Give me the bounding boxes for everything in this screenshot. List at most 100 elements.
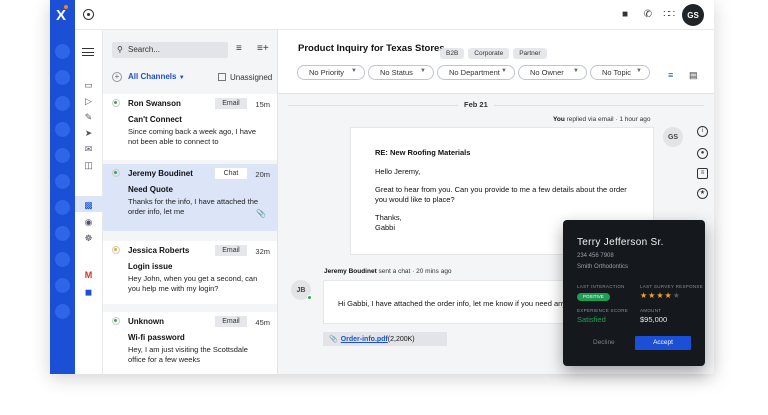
status-dropdown[interactable]: No Status ▼	[368, 65, 434, 80]
attachment-chip[interactable]: 📎 Order-info.pdf(2,200K)	[323, 332, 447, 346]
conversation-title: Product Inquiry for Texas Stores	[298, 43, 445, 54]
date-label: Feb 21	[458, 100, 494, 109]
filter-icon[interactable]: ≡	[236, 43, 242, 54]
filter-icon[interactable]: ≡	[668, 70, 673, 80]
priority-dropdown[interactable]: No Priority ▼	[297, 65, 365, 80]
chat-message: Hi Gabbi, I have attached the order info…	[323, 280, 573, 324]
app-icon[interactable]	[55, 96, 70, 111]
tag-list: B2B Corporate Partner	[440, 42, 551, 60]
time-ago: 20m	[255, 170, 270, 179]
channels-dropdown[interactable]: + All Channels ▼	[112, 72, 185, 82]
nav-rail: ▭ ▷ ✎ ➤ ✉ ◫ ▩ ◉ ☸ M ◼	[75, 30, 103, 374]
phone-icon[interactable]: ✆	[644, 9, 652, 20]
status-indicator	[112, 246, 120, 254]
app-icon[interactable]	[55, 278, 70, 293]
avatar-initials: GS	[667, 133, 679, 141]
contact-icon[interactable]: ◉	[83, 217, 94, 228]
app-icon[interactable]	[55, 148, 70, 163]
app-icon[interactable]	[55, 70, 70, 85]
accept-button[interactable]: Accept	[635, 336, 691, 350]
star-icon: ★	[640, 291, 649, 300]
conversation-item-selected[interactable]: Jeremy Boudinet Chat 20m Need Quote Than…	[103, 164, 277, 235]
app-icon[interactable]	[55, 252, 70, 267]
message-action: replied via email	[564, 116, 614, 123]
amount-label: AMOUNT	[640, 308, 662, 313]
unassigned-checkbox[interactable]: Unassigned	[218, 73, 272, 82]
apps-grid-icon[interactable]: ∷∷	[663, 9, 675, 20]
mail-icon[interactable]: ✉	[83, 144, 94, 155]
attachment-size: (2,200K)	[387, 336, 415, 343]
checkbox-box[interactable]	[218, 73, 226, 81]
layout-icon[interactable]: ▤	[689, 70, 698, 81]
chat-icon[interactable]: ■	[622, 9, 628, 20]
conversation-item[interactable]: Jessica Roberts Email 32m Login issue He…	[103, 241, 277, 308]
conversation-list: ⚲ Search... ≡ ≡+ + All Channels ▼ Unassign…	[103, 30, 278, 374]
message-time: 20 mins ago	[416, 268, 452, 275]
user-avatar[interactable]: GS	[682, 4, 704, 26]
search-placeholder: Search...	[128, 45, 161, 54]
tag-chip[interactable]: Partner	[513, 48, 547, 59]
channel-badge: Email	[215, 316, 247, 327]
conversation-preview: Hey John, when you get a second, can you…	[128, 274, 258, 293]
conversation-item[interactable]: Ron Swanson Email 15m Can't Connect Sinc…	[103, 94, 277, 164]
document-icon[interactable]: ▩	[83, 200, 94, 211]
status-indicator	[112, 169, 120, 177]
star-icon: ★	[656, 291, 665, 300]
app-icon[interactable]	[55, 122, 70, 137]
last-interaction-label: LAST INTERACTION	[577, 284, 625, 289]
app-icon[interactable]	[55, 304, 70, 319]
teams-icon[interactable]: ◼	[83, 287, 94, 298]
search-icon: ⚲	[117, 45, 123, 54]
logo[interactable]: X	[56, 5, 68, 24]
info-icon[interactable]: i	[697, 126, 708, 137]
team-icon[interactable]: ☸	[83, 233, 94, 244]
filter-label: No Priority	[309, 68, 345, 77]
inbox-icon[interactable]: ▭	[83, 80, 94, 91]
logo-dot	[64, 5, 68, 9]
logo-glyph: X	[56, 7, 67, 24]
app-icon[interactable]	[55, 226, 70, 241]
conversation-subject: Wi-fi password	[128, 333, 185, 342]
tag-chip[interactable]: Corporate	[468, 48, 510, 59]
chevron-down-icon: ▼	[501, 68, 507, 74]
filter-label: No Topic	[602, 68, 632, 77]
contact-name: Unknown	[128, 317, 164, 326]
send-icon[interactable]: ➤	[83, 128, 94, 139]
attachment-icon: 📎	[256, 209, 266, 218]
app-icon[interactable]	[55, 174, 70, 189]
attachment-filename[interactable]: Order-info.pdf	[341, 336, 388, 343]
star-icon: ★	[672, 291, 681, 300]
time-ago: 45m	[255, 318, 270, 327]
notes-icon[interactable]: ≡	[697, 168, 708, 179]
chevron-down-icon: ▼	[636, 68, 642, 74]
search-input[interactable]: ⚲ Search...	[112, 42, 228, 58]
owner-dropdown[interactable]: No Owner ▼	[518, 65, 587, 80]
home-icon[interactable]	[83, 9, 94, 20]
conversation-preview: Thanks for the info, I have attached the…	[128, 197, 259, 216]
add-icon[interactable]: +	[112, 72, 122, 82]
conversation-subject: Need Quote	[128, 185, 173, 194]
department-dropdown[interactable]: No Department ▼	[437, 65, 515, 80]
message-action: sent a chat	[376, 268, 411, 275]
label-icon[interactable]: ▷	[83, 96, 94, 107]
caller-name: Terry Jefferson Sr.	[577, 237, 664, 248]
app-icon[interactable]	[55, 200, 70, 215]
trash-icon[interactable]: ◫	[83, 160, 94, 171]
decline-button[interactable]: Decline	[593, 339, 615, 346]
sentiment-badge: POSITIVE	[577, 293, 610, 301]
conversation-preview: Hey, I am just visiting the Scottsdale o…	[128, 345, 248, 364]
email-body: Great to hear from you. Can you provide …	[375, 185, 627, 204]
last-survey-label: LAST SURVEY RESPONSE	[640, 284, 704, 289]
tag-chip[interactable]: B2B	[440, 48, 465, 59]
topic-dropdown[interactable]: No Topic ▼	[590, 65, 650, 80]
contact-icon[interactable]: ●	[697, 148, 708, 159]
puzzle-icon[interactable]: ★	[697, 188, 708, 199]
gmail-icon[interactable]: M	[83, 270, 94, 280]
conversation-item[interactable]: Unknown Email 45m Wi-fi password Hey, I …	[103, 312, 277, 374]
app-icon[interactable]	[55, 44, 70, 59]
compose-icon[interactable]: ✎	[83, 112, 94, 123]
menu-icon[interactable]	[82, 48, 94, 56]
amount-value: $95,000	[640, 315, 668, 324]
top-bar: ■ ✆ ∷∷ GS	[75, 0, 714, 30]
add-list-icon[interactable]: ≡+	[257, 43, 269, 54]
